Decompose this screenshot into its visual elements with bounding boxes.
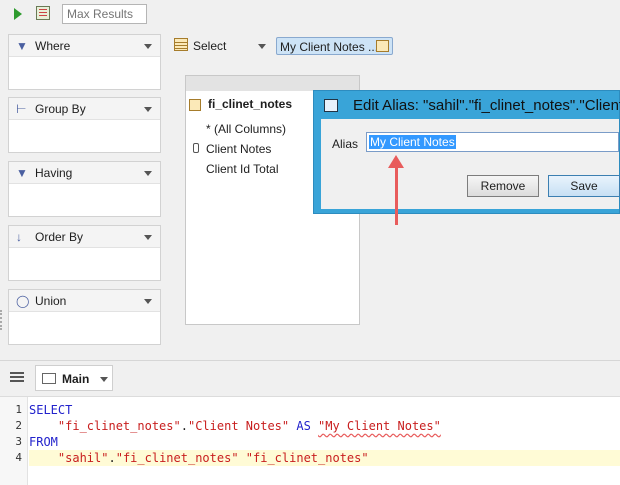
chevron-down-icon[interactable]: [144, 299, 152, 304]
select-label: Select: [193, 39, 227, 53]
dialog-title: Edit Alias: "sahil"."fi_clinet_notes"."C…: [353, 97, 620, 114]
where-panel-header[interactable]: ▼ Where: [9, 35, 160, 57]
chevron-down-icon[interactable]: [144, 235, 152, 240]
alias-chip-label: My Client Notes ...: [280, 40, 379, 54]
edit-alias-dialog: Edit Alias: "sahil"."fi_clinet_notes"."C…: [313, 90, 620, 214]
line-number: 3: [15, 435, 22, 448]
sql-line[interactable]: SELECT: [29, 402, 620, 418]
union-panel-header[interactable]: ◯ Union: [9, 290, 160, 312]
sql-indent: [29, 419, 58, 433]
line-number-gutter: 1 2 3 4: [0, 397, 28, 485]
alias-chip[interactable]: My Client Notes ...: [276, 37, 393, 55]
order-by-label: Order By: [35, 230, 84, 244]
sql-table-name: "fi_clinet_notes": [115, 451, 239, 465]
table-title: fi_clinet_notes: [208, 97, 293, 111]
dialog-body: Alias My Client Notes Remove Save: [321, 119, 620, 209]
sql-space: [239, 451, 246, 465]
sql-keyword: SELECT: [29, 403, 73, 417]
chevron-down-icon[interactable]: [144, 107, 152, 112]
group-by-label: Group By: [35, 102, 86, 116]
tab-main[interactable]: Main: [35, 365, 113, 391]
top-toolbar: [0, 0, 620, 30]
having-icon: ▼: [16, 166, 28, 180]
table-icon: [189, 99, 201, 111]
table-box-header[interactable]: [186, 76, 359, 91]
query-icon: [42, 373, 56, 384]
chevron-down-icon[interactable]: [144, 44, 152, 49]
table-columns-icon: [174, 38, 188, 51]
funnel-icon: ▼: [16, 39, 28, 53]
sql-line-current[interactable]: "sahil"."fi_clinet_notes" "fi_clinet_not…: [29, 450, 620, 466]
dialog-titlebar[interactable]: Edit Alias: "sahil"."fi_clinet_notes"."C…: [314, 91, 620, 119]
group-by-panel-header[interactable]: ⊢ Group By: [9, 98, 160, 120]
sql-keyword: AS: [289, 419, 319, 433]
sql-indent: [29, 451, 58, 465]
order-by-panel-header[interactable]: ↓ Order By: [9, 226, 160, 248]
query-builder-window: ▼ Where ⊢ Group By ▼ Having ↓ Order By ◯…: [0, 0, 620, 485]
alias-input[interactable]: My Client Notes: [366, 132, 619, 152]
line-number: 2: [15, 419, 22, 432]
table-edit-icon[interactable]: [376, 40, 389, 52]
column-client-notes[interactable]: Client Notes: [206, 142, 271, 156]
sort-az-icon: ↓: [16, 230, 22, 244]
alias-label: Alias: [332, 137, 359, 151]
column-client-id-total[interactable]: Client Id Total: [206, 162, 279, 176]
union-panel: ◯ Union: [8, 289, 161, 345]
sql-line[interactable]: FROM: [29, 434, 620, 450]
sql-alias-highlighted: "My Client Notes": [318, 419, 441, 433]
sql-dot: .: [180, 419, 188, 433]
sql-line[interactable]: "fi_clinet_notes"."Client Notes" AS "My …: [29, 418, 620, 434]
column-all[interactable]: * (All Columns): [206, 122, 286, 136]
column-key-icon: [193, 143, 199, 153]
union-icon: ◯: [16, 294, 30, 308]
alias-input-value: My Client Notes: [369, 135, 456, 149]
having-label: Having: [35, 166, 73, 180]
sql-editor[interactable]: 1 2 3 4 SELECT "fi_clinet_notes"."Client…: [0, 396, 620, 485]
sql-table-alias: "fi_clinet_notes": [245, 451, 369, 465]
save-button[interactable]: Save: [548, 175, 620, 197]
union-label: Union: [35, 294, 67, 308]
chevron-down-icon[interactable]: [100, 377, 108, 382]
annotation-arrow: [395, 165, 398, 225]
query-tab-bar: Main: [0, 360, 620, 394]
select-dropdown[interactable]: Select: [172, 34, 270, 58]
sql-keyword: FROM: [29, 435, 58, 449]
sql-dot: .: [108, 451, 116, 465]
select-bar: Select My Client Notes ...: [168, 34, 620, 58]
where-panel: ▼ Where: [8, 34, 161, 90]
sql-schema-name: "sahil": [57, 451, 109, 465]
having-panel: ▼ Having: [8, 161, 161, 217]
where-label: Where: [35, 39, 71, 53]
chevron-down-icon[interactable]: [144, 171, 152, 176]
remove-button[interactable]: Remove: [467, 175, 539, 197]
dialog-window-icon: [324, 99, 338, 112]
having-panel-header[interactable]: ▼ Having: [9, 162, 160, 184]
line-number: 1: [15, 403, 22, 416]
menu-icon[interactable]: [10, 372, 24, 374]
sql-column-name: "Client Notes": [187, 419, 290, 433]
sql-table-name: "fi_clinet_notes": [57, 419, 181, 433]
group-by-icon: ⊢: [16, 102, 27, 116]
line-number: 4: [15, 451, 22, 464]
group-by-panel: ⊢ Group By: [8, 97, 161, 153]
run-icon[interactable]: [14, 8, 22, 20]
order-by-panel: ↓ Order By: [8, 225, 161, 281]
tab-main-label: Main: [62, 372, 90, 386]
annotation-arrow-head: [388, 155, 404, 168]
panel-splitter[interactable]: [0, 310, 3, 330]
results-grid-icon[interactable]: [36, 6, 50, 20]
chevron-down-icon: [258, 44, 266, 49]
max-results-input[interactable]: [62, 4, 147, 24]
